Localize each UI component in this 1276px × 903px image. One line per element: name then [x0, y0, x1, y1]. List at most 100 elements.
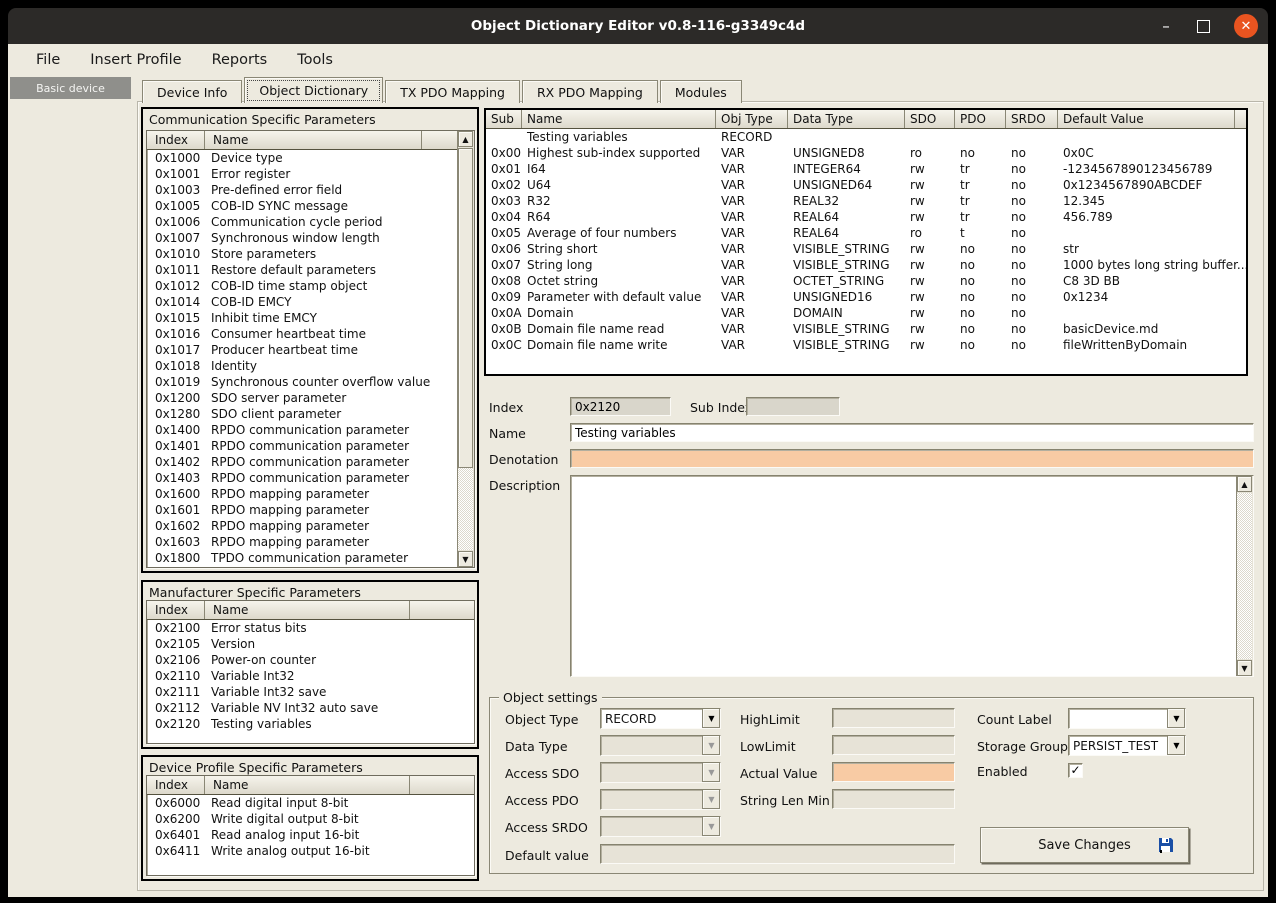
table-row[interactable]: 0x1017Producer heartbeat time — [147, 342, 474, 358]
table-row[interactable]: 0x08Octet stringVAROCTET_STRINGrwnonoC8 … — [486, 273, 1246, 289]
storage-group-select[interactable]: PERSIST_TEST ▼ — [1068, 735, 1186, 756]
scrollbar-track[interactable] — [458, 468, 473, 550]
table-row[interactable]: 0x06String shortVARVISIBLE_STRINGrwnonos… — [486, 241, 1246, 257]
table-row[interactable]: 0x0CDomain file name writeVARVISIBLE_STR… — [486, 337, 1246, 353]
table-row[interactable]: 0x2111Variable Int32 save — [147, 684, 474, 700]
table-row[interactable]: 0x1601RPDO mapping parameter — [147, 502, 474, 518]
table-row[interactable]: 0x1600RPDO mapping parameter — [147, 486, 474, 502]
table-row[interactable]: 0x1011Restore default parameters — [147, 262, 474, 278]
table-row[interactable]: 0x1006Communication cycle period — [147, 214, 474, 230]
table-row[interactable]: 0x07String longVARVISIBLE_STRINGrwnono10… — [486, 257, 1246, 273]
cell-index: 0x1402 — [147, 454, 205, 470]
table-row[interactable]: 0x0BDomain file name readVARVISIBLE_STRI… — [486, 321, 1246, 337]
table-row[interactable]: 0x6200Write digital output 8-bit — [147, 811, 474, 827]
menu-item-insert-profile[interactable]: Insert Profile — [78, 48, 193, 72]
sidebar-item-basic-device[interactable]: Basic device — [10, 77, 131, 99]
maximize-icon[interactable] — [1197, 20, 1210, 33]
table-row[interactable]: 0x1602RPDO mapping parameter — [147, 518, 474, 534]
menu-item-tools[interactable]: Tools — [285, 48, 345, 72]
scrollbar-track[interactable] — [1237, 493, 1252, 659]
description-scrollbar[interactable]: ▲ ▼ — [1236, 476, 1253, 676]
object-subindex-table[interactable]: SubNameObj TypeData TypeSDOPDOSRDODefaul… — [484, 108, 1248, 376]
table-row[interactable]: 0x00Highest sub-index supportedVARUNSIGN… — [486, 145, 1246, 161]
table-row[interactable]: 0x1010Store parameters — [147, 246, 474, 262]
table-row[interactable]: 0x1800TPDO communication parameter — [147, 550, 474, 566]
tab-device-info[interactable]: Device Info — [142, 80, 242, 103]
scrollbar-thumb[interactable] — [458, 148, 473, 468]
comm-scrollbar[interactable]: ▲ ▼ — [457, 131, 474, 567]
menu-item-file[interactable]: File — [24, 48, 72, 72]
table-row[interactable]: Testing variablesRECORD — [486, 129, 1246, 145]
table-row[interactable]: 0x01I64VARINTEGER64rwtrno-12345678901234… — [486, 161, 1246, 177]
table-row[interactable]: 0x1003Pre-defined error field — [147, 182, 474, 198]
table-row[interactable]: 0x0ADomainVARDOMAINrwnono — [486, 305, 1246, 321]
table-row[interactable]: 0x2100Error status bits — [147, 620, 474, 636]
table-row[interactable]: 0x1005COB-ID SYNC message — [147, 198, 474, 214]
object-type-select[interactable]: RECORD ▼ — [600, 708, 721, 729]
table-row[interactable]: 0x1014COB-ID EMCY — [147, 294, 474, 310]
table-row[interactable]: 0x1403RPDO communication parameter — [147, 470, 474, 486]
scroll-down-icon[interactable]: ▼ — [1237, 660, 1252, 676]
tab-tx-pdo-mapping[interactable]: TX PDO Mapping — [385, 80, 520, 103]
cell: rw — [905, 305, 955, 321]
sub-index-field[interactable] — [746, 397, 840, 416]
table-row[interactable]: 0x02U64VARUNSIGNED64rwtrno0x1234567890AB… — [486, 177, 1246, 193]
table-row[interactable]: 0x09Parameter with default valueVARUNSIG… — [486, 289, 1246, 305]
table-row[interactable]: 0x2110Variable Int32 — [147, 668, 474, 684]
table-row[interactable]: 0x6000Read digital input 8-bit — [147, 795, 474, 811]
scroll-up-icon[interactable]: ▲ — [1237, 476, 1252, 492]
minimize-icon[interactable]: – — [1159, 21, 1173, 31]
table-row[interactable]: 0x1015Inhibit time EMCY — [147, 310, 474, 326]
table-row[interactable]: 0x03R32VARREAL32rwtrno12.345 — [486, 193, 1246, 209]
menu-item-reports[interactable]: Reports — [200, 48, 280, 72]
count-label-select[interactable]: ▼ — [1068, 708, 1186, 729]
table-row[interactable]: 0x2105Version — [147, 636, 474, 652]
cell — [1006, 129, 1058, 145]
table-row[interactable]: 0x1019Synchronous counter overflow value — [147, 374, 474, 390]
table-row[interactable]: 0x2106Power-on counter — [147, 652, 474, 668]
tab-modules[interactable]: Modules — [660, 80, 742, 103]
index-field[interactable] — [570, 397, 671, 416]
chevron-down-icon[interactable]: ▼ — [702, 709, 720, 728]
access-sdo-label: Access SDO — [505, 766, 579, 781]
table-row[interactable]: 0x1603RPDO mapping parameter — [147, 534, 474, 550]
cell: 0x0C — [1058, 145, 1246, 161]
table-row[interactable]: 0x1000Device type — [147, 150, 474, 166]
table-row[interactable]: 0x2120Testing variables — [147, 716, 474, 732]
table-row[interactable]: 0x6401Read analog input 16-bit — [147, 827, 474, 843]
table-row[interactable]: 0x1280SDO client parameter — [147, 406, 474, 422]
table-row[interactable]: 0x2112Variable NV Int32 auto save — [147, 700, 474, 716]
name-field[interactable] — [570, 423, 1254, 442]
table-row[interactable]: 0x1401RPDO communication parameter — [147, 438, 474, 454]
scroll-down-icon[interactable]: ▼ — [458, 551, 473, 567]
enabled-checkbox[interactable]: ✓ — [1068, 763, 1083, 778]
table-row[interactable]: 0x1200SDO server parameter — [147, 390, 474, 406]
table-row[interactable]: 0x6411Write analog output 16-bit — [147, 843, 474, 859]
cell-index: 0x1200 — [147, 390, 205, 406]
tab-object-dictionary[interactable]: Object Dictionary — [244, 77, 383, 103]
actual-value-field[interactable] — [832, 762, 955, 782]
cell: VAR — [716, 209, 788, 225]
title-bar[interactable]: Object Dictionary Editor v0.8-116-g3349c… — [8, 8, 1268, 44]
table-row[interactable]: 0x1400RPDO communication parameter — [147, 422, 474, 438]
table-row[interactable]: 0x1007Synchronous window length — [147, 230, 474, 246]
table-row[interactable]: 0x05Average of four numbersVARREAL64rotn… — [486, 225, 1246, 241]
description-field[interactable]: ▲ ▼ — [570, 475, 1254, 677]
table-row[interactable]: 0x1012COB-ID time stamp object — [147, 278, 474, 294]
close-icon[interactable]: ✕ — [1234, 14, 1258, 38]
table-row[interactable]: 0x1001Error register — [147, 166, 474, 182]
tab-rx-pdo-mapping[interactable]: RX PDO Mapping — [522, 80, 658, 103]
table-row[interactable]: 0x1402RPDO communication parameter — [147, 454, 474, 470]
chevron-down-icon[interactable]: ▼ — [1167, 709, 1185, 728]
denotation-field[interactable] — [570, 449, 1254, 468]
table-row[interactable]: 0x04R64VARREAL64rwtrno456.789 — [486, 209, 1246, 225]
mfr-params-list[interactable]: Index Name 0x2100Error status bits0x2105… — [146, 600, 475, 744]
profile-params-list[interactable]: Index Name 0x6000Read digital input 8-bi… — [146, 775, 475, 876]
scroll-up-icon[interactable]: ▲ — [458, 131, 473, 147]
comm-params-list[interactable]: Index Name 0x1000Device type0x1001Error … — [146, 130, 475, 568]
table-row[interactable]: 0x1018Identity — [147, 358, 474, 374]
table-row[interactable]: 0x1016Consumer heartbeat time — [147, 326, 474, 342]
save-changes-button[interactable]: Save Changes — [980, 827, 1189, 863]
tab-label: RX PDO Mapping — [537, 85, 643, 100]
chevron-down-icon[interactable]: ▼ — [1167, 736, 1185, 755]
